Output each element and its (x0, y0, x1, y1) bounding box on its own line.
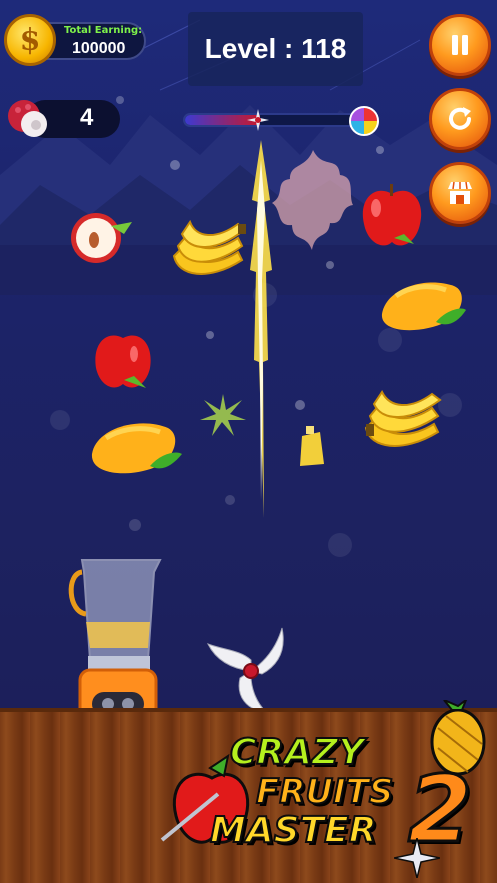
level-goal-wheel-icon (349, 106, 379, 136)
coin-icon: $ (4, 14, 56, 66)
blender (68, 559, 162, 730)
apple-half-fruit[interactable] (66, 206, 138, 266)
restart-icon (449, 107, 471, 130)
shop-button[interactable] (429, 162, 491, 224)
pause-button[interactable] (429, 14, 491, 76)
game-stage[interactable]: $ Total Earning: 100000 Level : 118 4 CR… (0, 0, 497, 883)
lychee-icon (8, 100, 47, 137)
logo-line-fruits: FRUITS (255, 771, 394, 813)
banana-piece (300, 426, 324, 466)
logo-line-master: MASTER (209, 809, 377, 852)
pause-icon (452, 35, 468, 55)
lychee-counter: 4 (4, 94, 120, 144)
mango-fruit-left[interactable] (88, 416, 184, 480)
mango-fruit[interactable] (376, 274, 468, 336)
apple-fruit[interactable] (358, 180, 426, 252)
earning-label: Total Earning: (64, 25, 143, 36)
shop-icon (448, 181, 472, 204)
apple-fruit-left[interactable] (90, 326, 156, 394)
banana-fruit-right[interactable] (360, 386, 444, 462)
progress-shuriken-marker-icon (247, 109, 269, 131)
restart-button[interactable] (429, 88, 491, 150)
lychee-count: 4 (80, 104, 94, 131)
earning-value: 100000 (72, 40, 126, 57)
logo-line-crazy: CRAZY (229, 731, 365, 774)
game-logo: CRAZY FRUITS MASTER 2 (158, 700, 497, 883)
blade-slash-trail (250, 140, 272, 518)
logo-shuriken-icon (394, 838, 440, 878)
total-earning-panel: $ Total Earning: 100000 (4, 14, 146, 66)
level-title: Level : 118 (188, 12, 363, 86)
level-progress-bar (183, 113, 365, 127)
